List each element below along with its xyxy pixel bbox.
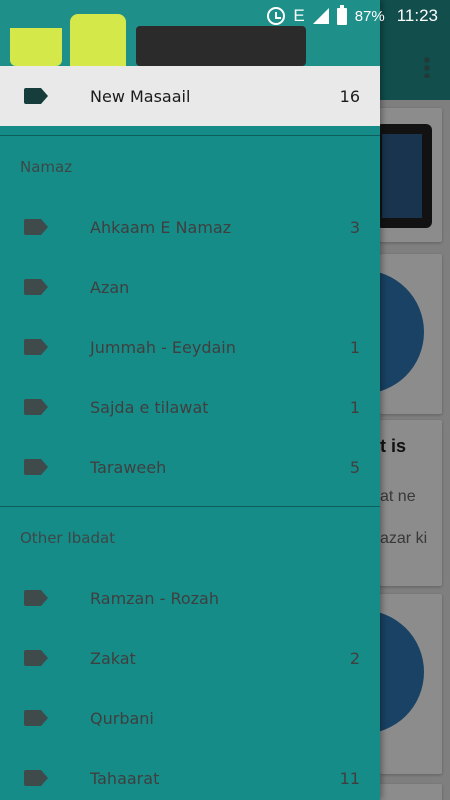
label-tag-icon xyxy=(24,590,48,606)
nav-item-taraweeh[interactable]: Taraweeh 5 xyxy=(0,437,380,497)
label-tag-icon xyxy=(24,279,48,295)
nav-item-label: Qurbani xyxy=(90,708,154,728)
network-type: E xyxy=(293,6,305,25)
nav-item-label: Ramzan - Rozah xyxy=(90,588,219,608)
nav-item-label: New Masaail xyxy=(90,86,191,106)
nav-item-label: Jummah - Eeydain xyxy=(90,337,236,357)
nav-item-ramzan-rozah[interactable]: Ramzan - Rozah xyxy=(0,568,380,628)
clock-time: 11:23 xyxy=(396,6,438,25)
nav-item-label: Tahaarat xyxy=(90,768,160,788)
label-tag-icon xyxy=(24,650,48,666)
battery-icon xyxy=(336,4,347,25)
nav-item-jummah-eeydain[interactable]: Jummah - Eeydain 1 xyxy=(0,317,380,377)
nav-item-count: 2 xyxy=(349,648,360,668)
nav-item-label: Zakat xyxy=(90,648,136,668)
section-header-other-ibadat: Other Ibadat xyxy=(20,529,116,547)
signal-strength-icon xyxy=(312,8,329,24)
nav-item-count: 16 xyxy=(339,86,360,106)
label-tag-icon xyxy=(24,399,48,415)
nav-item-label: Azan xyxy=(90,277,130,297)
label-tag-icon xyxy=(24,710,48,726)
nav-item-label: Ahkaam E Namaz xyxy=(90,217,232,237)
battery-percent: 87% xyxy=(354,7,385,25)
nav-item-count: 1 xyxy=(349,397,360,417)
nav-item-azan[interactable]: Azan xyxy=(0,257,380,317)
label-tag-icon xyxy=(24,770,48,786)
nav-item-count: 11 xyxy=(339,768,360,788)
nav-item-label: Taraweeh xyxy=(90,457,167,477)
nav-item-tahaarat[interactable]: Tahaarat 11 xyxy=(0,748,380,800)
nav-item-count: 3 xyxy=(349,217,360,237)
label-tag-icon xyxy=(24,219,48,235)
label-tag-icon xyxy=(24,339,48,355)
section-divider xyxy=(0,506,380,507)
label-tag-icon xyxy=(24,88,48,104)
nav-item-count: 1 xyxy=(349,337,360,357)
navigation-drawer: New Masaail 16 Namaz Ahkaam E Namaz 3 Az… xyxy=(0,0,380,800)
alarm-clock-icon xyxy=(267,7,286,25)
label-tag-icon xyxy=(24,459,48,475)
nav-item-ahkaam-e-namaz[interactable]: Ahkaam E Namaz 3 xyxy=(0,197,380,257)
section-divider xyxy=(0,135,380,136)
section-header-namaz: Namaz xyxy=(20,158,73,176)
nav-item-count: 5 xyxy=(349,457,360,477)
nav-item-sajda-e-tilawat[interactable]: Sajda e tilawat 1 xyxy=(0,377,380,437)
status-bar: E 87% 11:23 xyxy=(0,0,450,32)
nav-item-qurbani[interactable]: Qurbani xyxy=(0,688,380,748)
nav-item-zakat[interactable]: Zakat 2 xyxy=(0,628,380,688)
nav-item-label: Sajda e tilawat xyxy=(90,397,209,417)
nav-item-new-masaail[interactable]: New Masaail 16 xyxy=(0,66,380,126)
